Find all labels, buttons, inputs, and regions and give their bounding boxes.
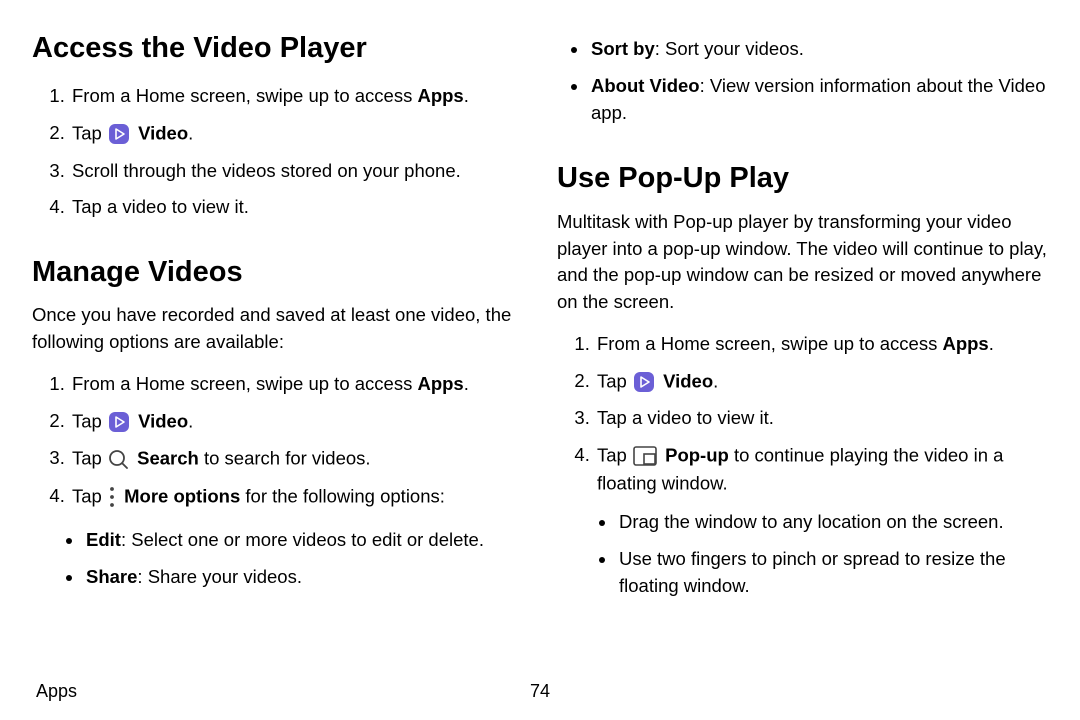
manage-intro: Once you have recorded and saved at leas… (32, 302, 523, 356)
step: Tap a video to view it. (595, 400, 1048, 437)
heading-access-video-player: Access the Video Player (32, 30, 523, 66)
video-icon (108, 411, 130, 433)
step-text: for the following options: (240, 486, 445, 507)
option-item: Edit: Select one or more videos to edit … (84, 523, 523, 560)
apps-label: Apps (942, 333, 988, 354)
manual-page: Access the Video Player From a Home scre… (0, 0, 1080, 720)
step-text: Tap (72, 448, 107, 469)
more-options-sublist-cont: Sort by: Sort your videos. About Video: … (557, 32, 1048, 132)
popup-icon (633, 446, 657, 466)
more-options-sublist: Edit: Select one or more videos to edit … (32, 523, 523, 597)
step: From a Home screen, swipe up to access A… (70, 366, 523, 403)
heading-use-popup-play: Use Pop-Up Play (557, 160, 1048, 196)
step-text: to continue playing the video in a float… (597, 445, 1003, 494)
step: From a Home screen, swipe up to access A… (595, 326, 1048, 363)
step: Tap More options for the following optio… (70, 478, 523, 516)
step-text: From a Home screen, swipe up to access (597, 333, 942, 354)
step: Tap Video. (595, 363, 1048, 401)
video-label: Video (663, 370, 713, 391)
step-text: From a Home screen, swipe up to access (72, 373, 417, 394)
option-desc: : Sort your videos. (655, 38, 804, 59)
option-name: Sort by (591, 38, 655, 59)
right-column: Sort by: Sort your videos. About Video: … (557, 30, 1048, 623)
more-options-icon (108, 486, 116, 508)
step-text: . (713, 370, 718, 391)
step: Tap Video. (70, 403, 523, 441)
video-label: Video (138, 411, 188, 432)
popup-intro: Multitask with Pop-up player by transfor… (557, 209, 1048, 316)
step: Tap a video to view it. (70, 189, 523, 226)
step-text: . (989, 333, 994, 354)
search-label: Search (137, 448, 199, 469)
option-item: About Video: View version information ab… (589, 69, 1048, 133)
footer-section: Apps (36, 681, 77, 702)
popup-label: Pop-up (665, 445, 729, 466)
step-text: Tap (72, 411, 107, 432)
step-text: to search for videos. (199, 448, 371, 469)
step-text: . (188, 411, 193, 432)
video-icon (633, 371, 655, 393)
left-column: Access the Video Player From a Home scre… (32, 30, 523, 623)
step-text: Tap (597, 445, 632, 466)
step-text: Tap (72, 486, 107, 507)
step: Tap Video. (70, 115, 523, 153)
access-steps-list: From a Home screen, swipe up to access A… (32, 78, 523, 226)
step-text: . (464, 85, 469, 106)
step-text: . (464, 373, 469, 394)
more-options-label: More options (124, 486, 240, 507)
step-text: From a Home screen, swipe up to access (72, 85, 417, 106)
step-text: Tap (597, 370, 632, 391)
option-name: About Video (591, 75, 700, 96)
footer-page-number: 74 (530, 681, 550, 702)
columns: Access the Video Player From a Home scre… (32, 30, 1048, 623)
apps-label: Apps (417, 85, 463, 106)
step: Scroll through the videos stored on your… (70, 153, 523, 190)
video-icon (108, 123, 130, 145)
step: From a Home screen, swipe up to access A… (70, 78, 523, 115)
step: Tap Pop-up to continue playing the video… (595, 437, 1048, 614)
sub-item: Use two fingers to pinch or spread to re… (617, 542, 1048, 606)
apps-label: Apps (417, 373, 463, 394)
step: Tap Search to search for videos. (70, 440, 523, 478)
heading-manage-videos: Manage Videos (32, 254, 523, 290)
option-item: Share: Share your videos. (84, 560, 523, 597)
search-icon (108, 449, 129, 470)
option-name: Share (86, 566, 137, 587)
sub-item: Drag the window to any location on the s… (617, 505, 1048, 542)
step-text: . (188, 123, 193, 144)
option-desc: : Select one or more videos to edit or d… (121, 529, 484, 550)
option-name: Edit (86, 529, 121, 550)
video-label: Video (138, 123, 188, 144)
option-item: Sort by: Sort your videos. (589, 32, 1048, 69)
step-text: Tap (72, 123, 107, 144)
popup-sub-list: Drag the window to any location on the s… (597, 505, 1048, 605)
manage-steps-list: From a Home screen, swipe up to access A… (32, 366, 523, 515)
popup-steps-list: From a Home screen, swipe up to access A… (557, 326, 1048, 615)
page-footer: Apps 74 (36, 681, 1044, 702)
option-desc: : Share your videos. (137, 566, 302, 587)
